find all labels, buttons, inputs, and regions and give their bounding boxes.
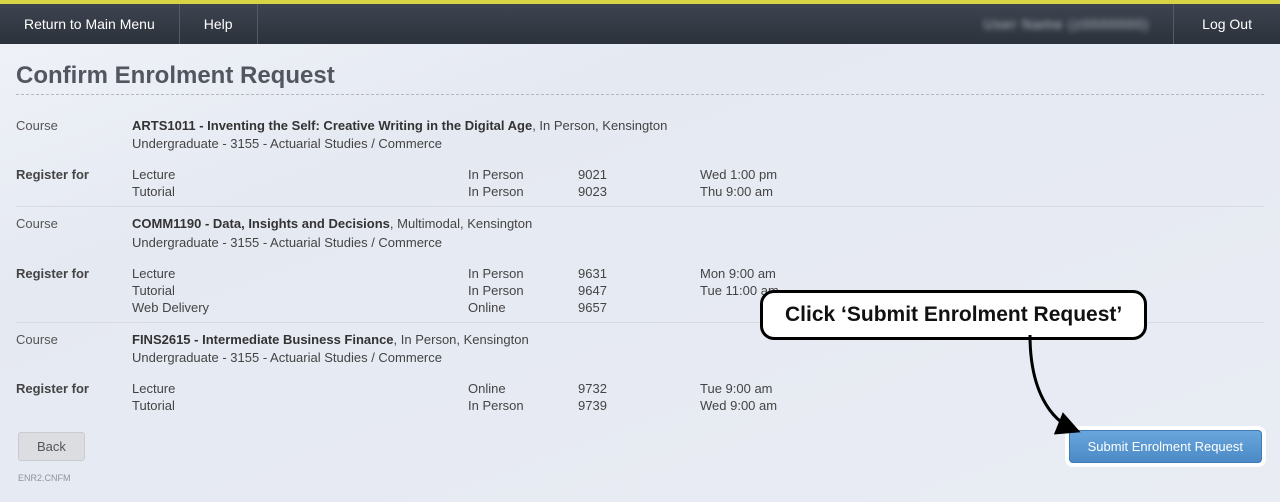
course-block: CourseCOMM1190 - Data, Insights and Deci…: [16, 206, 1264, 315]
class-mode: Online: [468, 380, 578, 397]
class-type: Tutorial: [132, 282, 468, 299]
register-row: Register forLectureOnline9732Tue 9:00 am…: [16, 380, 1264, 414]
course-title: COMM1190 - Data, Insights and Decisions,…: [132, 215, 532, 251]
table-row: LectureIn Person9021Wed 1:00 pm: [132, 166, 850, 183]
course-subline: Undergraduate - 3155 - Actuarial Studies…: [132, 350, 442, 365]
course-header-row: CourseARTS1011 - Inventing the Self: Cre…: [16, 117, 1264, 163]
course-subline: Undergraduate - 3155 - Actuarial Studies…: [132, 136, 442, 151]
course-title-bold: COMM1190 - Data, Insights and Decisions: [132, 216, 390, 231]
table-row: Web DeliveryOnline9657: [132, 299, 850, 316]
class-number: 9647: [578, 282, 700, 299]
table-row: TutorialIn Person9023Thu 9:00 am: [132, 183, 850, 200]
register-row: Register forLectureIn Person9631Mon 9:00…: [16, 265, 1264, 316]
course-title-rest: , Multimodal, Kensington: [390, 216, 532, 231]
course-title: FINS2615 - Intermediate Business Finance…: [132, 331, 529, 367]
class-mode: In Person: [468, 183, 578, 200]
class-time: Mon 9:00 am: [700, 265, 850, 282]
class-time: [700, 299, 850, 316]
class-type: Lecture: [132, 265, 468, 282]
class-type: Tutorial: [132, 183, 468, 200]
register-label: Register for: [16, 265, 132, 281]
class-time: Tue 9:00 am: [700, 380, 850, 397]
footer-bar: Back Submit Enrolment Request: [16, 430, 1264, 463]
table-row: LectureOnline9732Tue 9:00 am: [132, 380, 850, 397]
class-number: 9657: [578, 299, 700, 316]
course-header-row: CourseFINS2615 - Intermediate Business F…: [16, 331, 1264, 377]
table-row: TutorialIn Person9739Wed 9:00 am: [132, 397, 850, 414]
nav-help[interactable]: Help: [180, 4, 258, 44]
course-list: CourseARTS1011 - Inventing the Self: Cre…: [16, 117, 1264, 414]
course-title-rest: , In Person, Kensington: [532, 118, 667, 133]
course-block: CourseARTS1011 - Inventing the Self: Cre…: [16, 117, 1264, 200]
register-row: Register forLectureIn Person9021Wed 1:00…: [16, 166, 1264, 200]
page-code: ENR2.CNFM: [18, 473, 1264, 483]
submit-enrolment-button[interactable]: Submit Enrolment Request: [1069, 430, 1262, 463]
class-type: Web Delivery: [132, 299, 468, 316]
class-type: Lecture: [132, 166, 468, 183]
course-label: Course: [16, 331, 132, 347]
class-table: LectureOnline9732Tue 9:00 amTutorialIn P…: [132, 380, 850, 414]
back-button[interactable]: Back: [18, 432, 85, 461]
class-type: Lecture: [132, 380, 468, 397]
course-subline: Undergraduate - 3155 - Actuarial Studies…: [132, 235, 442, 250]
course-title-bold: FINS2615 - Intermediate Business Finance: [132, 332, 394, 347]
class-time: Tue 11:00 am: [700, 282, 850, 299]
course-title-bold: ARTS1011 - Inventing the Self: Creative …: [132, 118, 532, 133]
register-label: Register for: [16, 166, 132, 182]
nav-logout[interactable]: Log Out: [1173, 4, 1280, 44]
class-type: Tutorial: [132, 397, 468, 414]
course-title-rest: , In Person, Kensington: [394, 332, 529, 347]
table-row: TutorialIn Person9647Tue 11:00 am: [132, 282, 850, 299]
class-time: Thu 9:00 am: [700, 183, 850, 200]
course-title: ARTS1011 - Inventing the Self: Creative …: [132, 117, 667, 153]
class-mode: Online: [468, 299, 578, 316]
class-mode: In Person: [468, 397, 578, 414]
table-row: LectureIn Person9631Mon 9:00 am: [132, 265, 850, 282]
course-label: Course: [16, 117, 132, 133]
nav-return-main[interactable]: Return to Main Menu: [0, 4, 180, 44]
course-block: CourseFINS2615 - Intermediate Business F…: [16, 322, 1264, 414]
course-label: Course: [16, 215, 132, 231]
class-table: LectureIn Person9021Wed 1:00 pmTutorialI…: [132, 166, 850, 200]
class-number: 9739: [578, 397, 700, 414]
top-nav: Return to Main Menu Help User Name (z000…: [0, 4, 1280, 44]
class-table: LectureIn Person9631Mon 9:00 amTutorialI…: [132, 265, 850, 316]
class-mode: In Person: [468, 265, 578, 282]
class-number: 9023: [578, 183, 700, 200]
page-title: Confirm Enrolment Request: [16, 62, 1264, 95]
nav-spacer: [258, 4, 960, 44]
class-number: 9732: [578, 380, 700, 397]
class-number: 9631: [578, 265, 700, 282]
class-time: Wed 1:00 pm: [700, 166, 850, 183]
register-label: Register for: [16, 380, 132, 396]
class-mode: In Person: [468, 282, 578, 299]
class-number: 9021: [578, 166, 700, 183]
nav-user-blurred: User Name (z0000000): [960, 4, 1174, 44]
class-mode: In Person: [468, 166, 578, 183]
class-time: Wed 9:00 am: [700, 397, 850, 414]
main-content: Confirm Enrolment Request CourseARTS1011…: [0, 44, 1280, 493]
course-header-row: CourseCOMM1190 - Data, Insights and Deci…: [16, 215, 1264, 261]
